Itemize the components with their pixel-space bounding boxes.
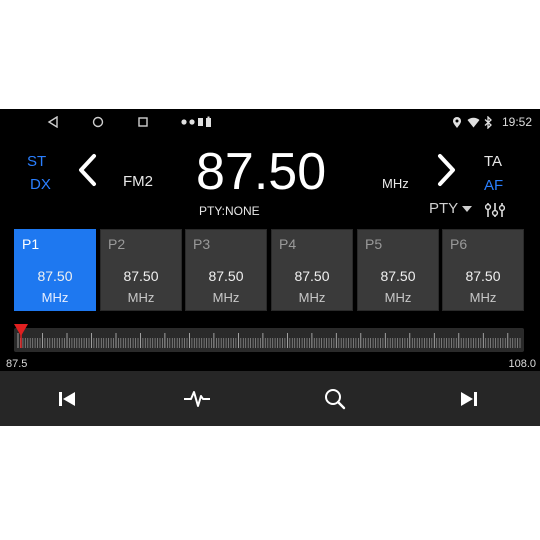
search-icon — [325, 389, 346, 410]
preset-unit: MHz — [212, 290, 240, 305]
preset-unit: MHz — [41, 290, 69, 305]
preset-button-p2[interactable]: P2 87.50 MHz — [100, 229, 182, 311]
scale-min-label: 87.5 — [6, 358, 28, 370]
seek-up-chevron-icon[interactable] — [436, 153, 458, 192]
next-track-icon — [461, 392, 477, 406]
tuning-scale-ticks — [17, 333, 521, 348]
recents-square-icon[interactable] — [135, 114, 151, 130]
previous-track-button[interactable] — [47, 383, 87, 415]
band-label[interactable]: FM2 — [123, 173, 153, 190]
preset-frequency: 87.50 — [294, 268, 330, 284]
stereo-indicator[interactable]: ST — [27, 153, 46, 170]
dropdown-triangle-icon — [462, 205, 473, 212]
preset-name: P4 — [279, 236, 297, 252]
preset-frequency: 87.50 — [380, 268, 416, 284]
preset-button-p3[interactable]: P3 87.50 MHz — [185, 229, 267, 311]
preset-frequency: 87.50 — [123, 268, 159, 284]
preset-frequency: 87.50 — [37, 268, 73, 284]
frequency-display: 87.50 — [196, 143, 327, 201]
tuning-scale[interactable] — [14, 324, 524, 354]
search-button[interactable] — [315, 383, 355, 415]
pty-dropdown[interactable]: PTY — [429, 200, 473, 217]
radio-screen: 19:52 ST DX FM2 87.50 MHz PTY:NONE TA AF… — [0, 109, 540, 426]
bottom-control-bar — [0, 371, 540, 426]
preset-button-p4[interactable]: P4 87.50 MHz — [271, 229, 353, 311]
clock: 19:52 — [501, 115, 532, 129]
seek-wave-icon — [184, 391, 210, 407]
seek-wave-button[interactable] — [177, 383, 217, 415]
scale-max-label: 108.0 — [508, 358, 536, 370]
notification-icons — [180, 115, 214, 129]
home-circle-icon[interactable] — [90, 114, 106, 130]
af-toggle[interactable]: AF — [484, 177, 503, 194]
preset-button-p6[interactable]: P6 87.50 MHz — [442, 229, 524, 311]
bluetooth-icon — [484, 115, 492, 129]
preset-name: P2 — [108, 236, 126, 252]
equalizer-icon[interactable] — [484, 202, 506, 223]
preset-unit: MHz — [127, 290, 155, 305]
preset-list: P1 87.50 MHz P2 87.50 MHz P3 87.50 MHz P… — [14, 229, 526, 313]
previous-track-icon — [59, 392, 75, 406]
preset-button-p1[interactable]: P1 87.50 MHz — [14, 229, 96, 311]
pty-status: PTY:NONE — [199, 204, 260, 218]
preset-name: P1 — [22, 236, 40, 252]
preset-unit: MHz — [469, 290, 497, 305]
preset-name: P5 — [365, 236, 383, 252]
next-track-button[interactable] — [449, 383, 489, 415]
preset-unit: MHz — [298, 290, 326, 305]
seek-down-chevron-icon[interactable] — [76, 153, 98, 192]
back-triangle-icon[interactable] — [45, 114, 61, 130]
pty-dropdown-label: PTY — [429, 200, 459, 217]
tuning-marker-icon[interactable] — [14, 324, 28, 353]
preset-unit: MHz — [384, 290, 412, 305]
wifi-icon — [467, 115, 480, 129]
preset-button-p5[interactable]: P5 87.50 MHz — [357, 229, 439, 311]
dx-toggle[interactable]: DX — [30, 176, 51, 193]
preset-frequency: 87.50 — [465, 268, 501, 284]
preset-frequency: 87.50 — [208, 268, 244, 284]
preset-name: P6 — [450, 236, 468, 252]
frequency-unit: MHz — [382, 176, 409, 191]
ta-toggle[interactable]: TA — [484, 153, 502, 170]
preset-name: P3 — [193, 236, 211, 252]
status-bar: 19:52 — [0, 109, 540, 135]
location-icon — [452, 115, 462, 129]
